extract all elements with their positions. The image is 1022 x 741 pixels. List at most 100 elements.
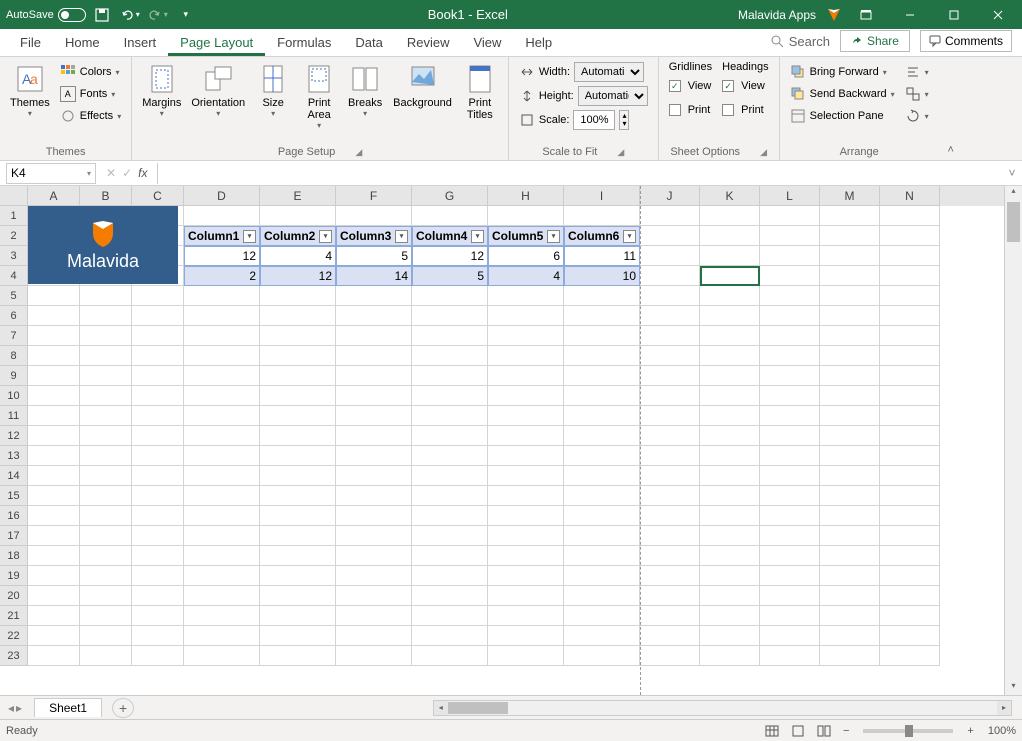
cell[interactable] — [760, 446, 820, 466]
cell[interactable] — [80, 426, 132, 446]
cell[interactable] — [260, 506, 336, 526]
cell[interactable] — [260, 466, 336, 486]
cell[interactable]: 12 — [412, 246, 488, 266]
cell[interactable] — [820, 466, 880, 486]
expand-formula-bar[interactable]: ˅ — [1002, 166, 1022, 180]
cell[interactable] — [640, 306, 700, 326]
cell[interactable] — [412, 566, 488, 586]
cell[interactable] — [260, 206, 336, 226]
column-header[interactable]: E — [260, 186, 336, 206]
cell[interactable] — [336, 646, 412, 666]
sheet-nav-prev[interactable]: ◂ — [8, 701, 14, 715]
cell[interactable] — [760, 466, 820, 486]
cell[interactable] — [28, 566, 80, 586]
cell[interactable] — [488, 286, 564, 306]
cell[interactable] — [820, 506, 880, 526]
row-header[interactable]: 20 — [0, 586, 28, 606]
cell[interactable] — [760, 226, 820, 246]
cell[interactable] — [640, 506, 700, 526]
cell[interactable] — [820, 246, 880, 266]
cell[interactable] — [260, 426, 336, 446]
cell[interactable] — [412, 626, 488, 646]
cell[interactable] — [260, 486, 336, 506]
cell[interactable] — [132, 646, 184, 666]
cell[interactable] — [80, 466, 132, 486]
cell[interactable] — [820, 486, 880, 506]
cell[interactable] — [564, 506, 640, 526]
cell[interactable] — [564, 366, 640, 386]
cell[interactable] — [564, 446, 640, 466]
cell[interactable] — [488, 506, 564, 526]
cell[interactable] — [412, 206, 488, 226]
cell[interactable] — [564, 546, 640, 566]
cell[interactable] — [640, 486, 700, 506]
cell[interactable] — [880, 306, 940, 326]
cell[interactable] — [184, 526, 260, 546]
cell[interactable] — [28, 446, 80, 466]
selection-pane-button[interactable]: Selection Pane — [786, 105, 899, 127]
cell[interactable] — [820, 426, 880, 446]
cell[interactable] — [700, 386, 760, 406]
cell[interactable] — [760, 486, 820, 506]
cell[interactable] — [412, 466, 488, 486]
cell[interactable] — [820, 546, 880, 566]
cell[interactable] — [700, 546, 760, 566]
cell[interactable] — [564, 406, 640, 426]
cell[interactable] — [880, 366, 940, 386]
cell[interactable] — [880, 406, 940, 426]
cell[interactable] — [760, 626, 820, 646]
cell[interactable] — [880, 446, 940, 466]
cell[interactable] — [336, 486, 412, 506]
cell[interactable] — [184, 446, 260, 466]
horizontal-scrollbar[interactable]: ◂ ▸ — [433, 700, 1012, 716]
cell[interactable] — [760, 346, 820, 366]
cell[interactable] — [700, 266, 760, 286]
cell[interactable] — [564, 466, 640, 486]
cell[interactable] — [132, 446, 184, 466]
cell[interactable] — [880, 566, 940, 586]
cell[interactable] — [820, 226, 880, 246]
cell[interactable] — [880, 226, 940, 246]
cell[interactable] — [412, 346, 488, 366]
row-header[interactable]: 11 — [0, 406, 28, 426]
cell[interactable] — [260, 566, 336, 586]
row-header[interactable]: 2 — [0, 226, 28, 246]
cell[interactable] — [700, 406, 760, 426]
cell[interactable] — [640, 246, 700, 266]
tab-formulas[interactable]: Formulas — [265, 29, 343, 56]
width-control[interactable]: Width: Automatic — [515, 61, 652, 83]
cell[interactable] — [880, 426, 940, 446]
select-all-corner[interactable] — [0, 186, 28, 206]
cell[interactable] — [640, 566, 700, 586]
cell[interactable] — [132, 506, 184, 526]
column-header[interactable]: G — [412, 186, 488, 206]
cell[interactable] — [28, 306, 80, 326]
cell[interactable] — [184, 486, 260, 506]
sheet-tab[interactable]: Sheet1 — [34, 698, 102, 717]
cell[interactable] — [80, 406, 132, 426]
size-button[interactable]: Size▾ — [251, 61, 295, 120]
cell[interactable] — [760, 646, 820, 666]
cell[interactable] — [488, 466, 564, 486]
cell[interactable] — [28, 346, 80, 366]
column-header[interactable]: N — [880, 186, 940, 206]
cell[interactable] — [880, 486, 940, 506]
cell[interactable] — [260, 526, 336, 546]
row-header[interactable]: 10 — [0, 386, 28, 406]
worksheet-grid[interactable]: ABCDEFGHIJKLMN 12Column1▾Column2▾Column3… — [0, 186, 1004, 695]
cell[interactable] — [820, 326, 880, 346]
cell[interactable] — [132, 326, 184, 346]
gridlines-print-checkbox[interactable]: Print — [665, 99, 716, 121]
zoom-in-button[interactable]: + — [963, 725, 977, 737]
cell[interactable] — [132, 606, 184, 626]
cell[interactable] — [132, 306, 184, 326]
row-header[interactable]: 12 — [0, 426, 28, 446]
row-header[interactable]: 17 — [0, 526, 28, 546]
cell[interactable] — [488, 526, 564, 546]
cell[interactable] — [260, 586, 336, 606]
cell[interactable] — [80, 646, 132, 666]
column-header[interactable]: I — [564, 186, 640, 206]
cell[interactable] — [260, 446, 336, 466]
cell[interactable] — [488, 566, 564, 586]
group-button[interactable]: ▾ — [901, 83, 933, 105]
